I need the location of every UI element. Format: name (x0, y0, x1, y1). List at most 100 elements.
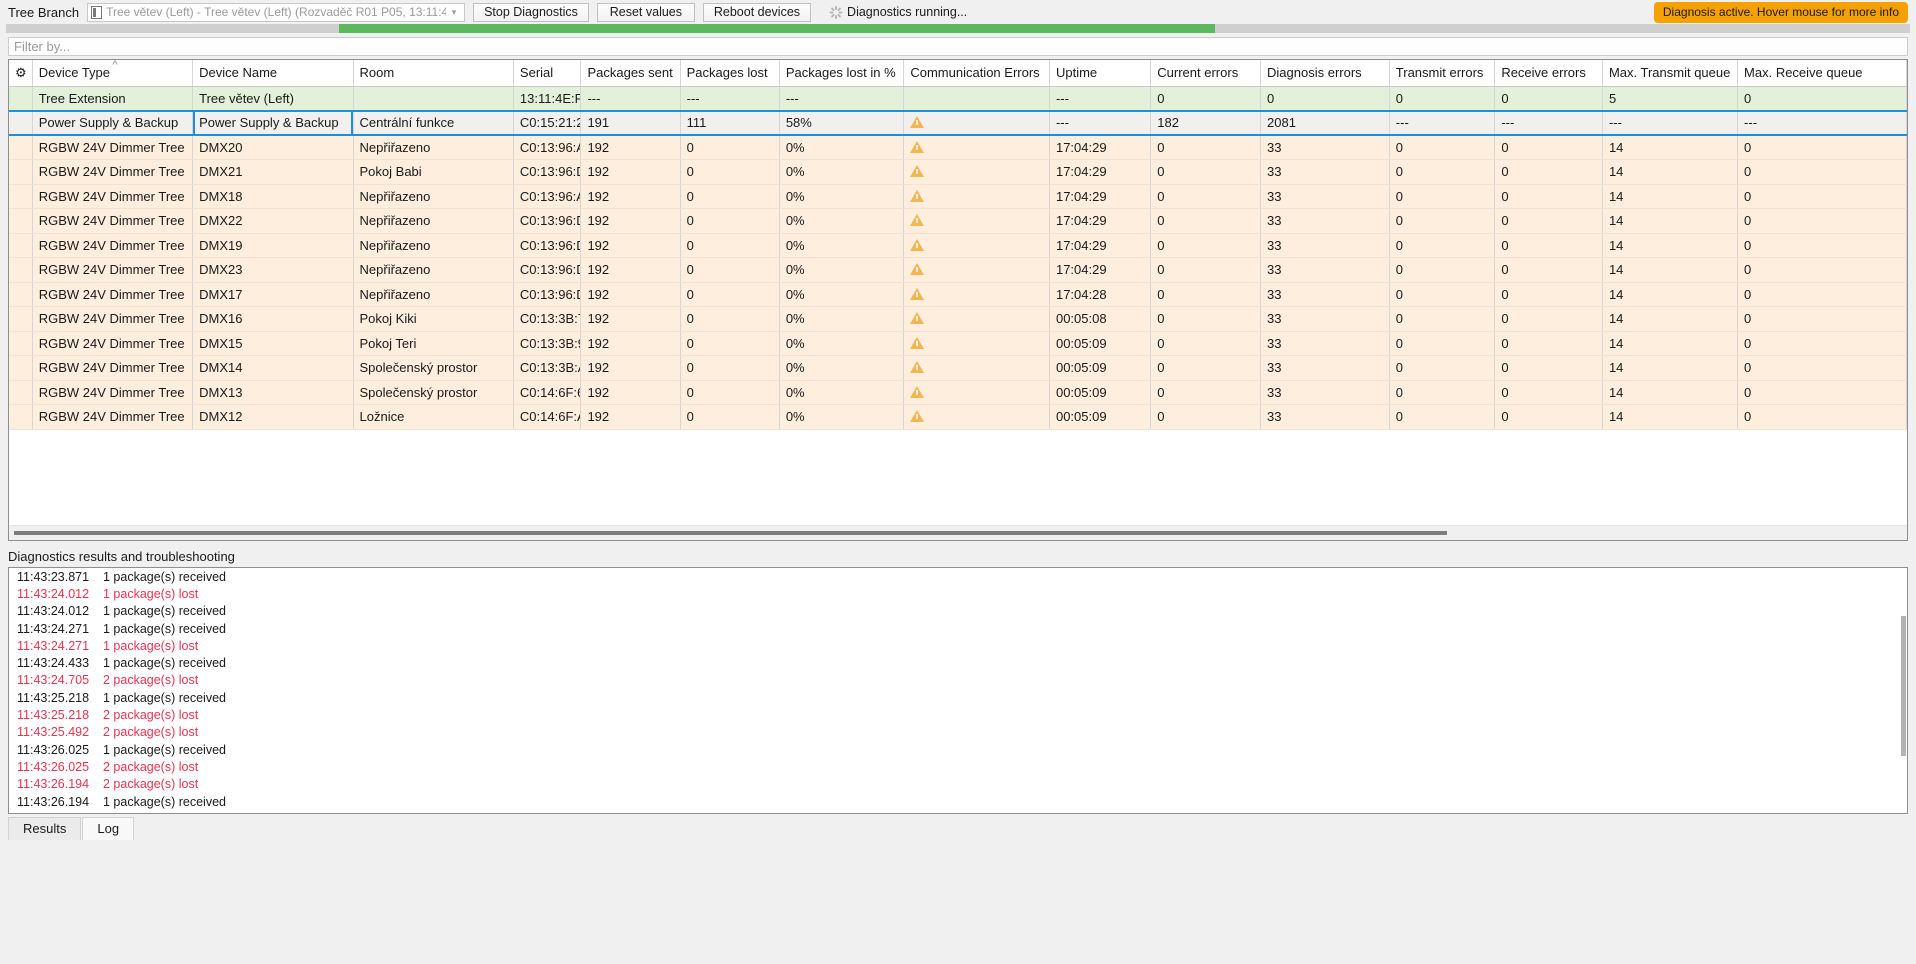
cell-packages-lost[interactable]: 0 (680, 184, 780, 209)
cell-current-errors[interactable]: 0 (1150, 404, 1262, 430)
cell-room[interactable] (353, 86, 514, 111)
cell-max-receive-queue[interactable]: 0 (1737, 282, 1907, 307)
cell-diagnosis-errors[interactable]: 2081 (1260, 109, 1390, 136)
cell-device-type[interactable]: RGBW 24V Dimmer Tree (32, 159, 194, 185)
column-header-max-receive-queue[interactable]: Max. Receive queue (1737, 60, 1907, 87)
cell-device-type[interactable]: RGBW 24V Dimmer Tree (32, 233, 194, 258)
cell-packages-sent[interactable]: 192 (580, 331, 681, 356)
cell-transmit-errors[interactable]: --- (1389, 109, 1496, 136)
cell-transmit-errors[interactable]: 0 (1389, 233, 1496, 258)
cell-receive-errors[interactable]: 0 (1494, 257, 1603, 283)
cell-current-errors[interactable]: 0 (1150, 159, 1262, 185)
cell-device-type[interactable]: RGBW 24V Dimmer Tree (32, 380, 194, 405)
cell-current-errors[interactable]: 0 (1150, 184, 1262, 209)
cell-receive-errors[interactable]: 0 (1494, 355, 1603, 381)
table-row[interactable]: RGBW 24V Dimmer Tree DMX23 Nepřiřazeno C0:1… (9, 257, 1907, 283)
cell-diagnosis-errors[interactable]: 33 (1260, 355, 1390, 381)
cell-room[interactable]: Společenský prostor (353, 380, 514, 405)
column-header-room[interactable]: Room (353, 60, 514, 87)
cell-packages-lost-pct[interactable]: 0% (779, 380, 905, 405)
table-row[interactable]: RGBW 24V Dimmer Tree DMX14 Společenský pro… (9, 355, 1907, 381)
cell-packages-lost[interactable]: 111 (680, 109, 780, 136)
cell-diagnosis-errors[interactable]: 33 (1260, 233, 1390, 258)
cell-serial[interactable]: 13:11:4E:F0 (513, 86, 582, 111)
cell-diagnosis-errors[interactable]: 33 (1260, 404, 1390, 430)
cell-uptime[interactable]: --- (1049, 86, 1152, 111)
cell-transmit-errors[interactable]: 0 (1389, 208, 1496, 234)
cell-device-name[interactable]: DMX17 (192, 282, 354, 307)
cell-max-transmit-queue[interactable]: 14 (1602, 135, 1739, 160)
cell-device-name[interactable]: DMX19 (192, 233, 354, 258)
cell-uptime[interactable]: 00:05:09 (1049, 331, 1152, 356)
table-row[interactable]: RGBW 24V Dimmer Tree DMX21 Pokoj Babi C0:13… (9, 159, 1907, 185)
cell-receive-errors[interactable]: 0 (1494, 208, 1603, 234)
cell-current-errors[interactable]: 0 (1150, 355, 1262, 381)
cell-packages-lost-pct[interactable]: 0% (779, 331, 905, 356)
cell-uptime[interactable]: 17:04:29 (1049, 257, 1152, 283)
cell-max-receive-queue[interactable]: 0 (1737, 355, 1907, 381)
cell-max-receive-queue[interactable]: 0 (1737, 184, 1907, 209)
cell-packages-sent[interactable]: 192 (580, 282, 681, 307)
cell-current-errors[interactable]: 0 (1150, 380, 1262, 405)
cell-packages-lost-pct[interactable]: 0% (779, 257, 905, 283)
cell-packages-lost-pct[interactable]: 0% (779, 282, 905, 307)
column-header-device-name[interactable]: Device Name (192, 60, 354, 87)
cell-packages-sent[interactable]: 192 (580, 355, 681, 381)
cell-max-receive-queue[interactable]: 0 (1737, 233, 1907, 258)
cell-room[interactable]: Nepřiřazeno (353, 233, 514, 258)
table-row[interactable]: RGBW 24V Dimmer Tree DMX13 Společenský pro… (9, 380, 1907, 405)
cell-transmit-errors[interactable]: 0 (1389, 331, 1496, 356)
cell-serial[interactable]: C0:15:21:29 (513, 109, 582, 136)
diagnosis-active-badge[interactable]: Diagnosis active. Hover mouse for more i… (1653, 2, 1908, 23)
cell-communication-errors[interactable] (903, 233, 1050, 258)
cell-packages-lost[interactable]: 0 (680, 282, 780, 307)
column-header-packages-lost-pct[interactable]: Packages lost in % (779, 60, 905, 87)
cell-transmit-errors[interactable]: 0 (1389, 257, 1496, 283)
cell-packages-lost-pct[interactable]: 0% (779, 184, 905, 209)
cell-receive-errors[interactable]: 0 (1494, 233, 1603, 258)
cell-diagnosis-errors[interactable]: 33 (1260, 282, 1390, 307)
stop-diagnostics-button[interactable]: Stop Diagnostics (473, 2, 589, 22)
cell-room[interactable]: Pokoj Babi (353, 159, 514, 185)
cell-packages-lost-pct[interactable]: 0% (779, 159, 905, 185)
cell-diagnosis-errors[interactable]: 33 (1260, 257, 1390, 283)
cell-room[interactable]: Nepřiřazeno (353, 184, 514, 209)
table-row[interactable]: RGBW 24V Dimmer Tree DMX19 Nepřiřazeno C0:1… (9, 233, 1907, 258)
cell-device-type[interactable]: RGBW 24V Dimmer Tree (32, 184, 194, 209)
cell-serial[interactable]: C0:14:6F:A9 (513, 404, 582, 430)
cell-packages-sent[interactable]: 192 (580, 233, 681, 258)
cell-communication-errors[interactable] (903, 86, 1050, 111)
cell-device-type[interactable]: RGBW 24V Dimmer Tree (32, 331, 194, 356)
cell-max-transmit-queue[interactable]: 14 (1602, 159, 1739, 185)
gear-icon[interactable]: ⚙ (15, 66, 27, 79)
cell-max-transmit-queue[interactable]: 14 (1602, 331, 1739, 356)
cell-packages-sent[interactable]: --- (580, 86, 681, 111)
cell-diagnosis-errors[interactable]: 33 (1260, 306, 1390, 332)
cell-room[interactable]: Ložnice (353, 404, 514, 430)
chevron-down-icon[interactable]: ▾ (446, 7, 462, 18)
cell-device-name[interactable]: DMX22 (192, 208, 354, 234)
cell-packages-lost-pct[interactable]: 0% (779, 355, 905, 381)
cell-uptime[interactable]: --- (1049, 109, 1152, 136)
cell-packages-sent[interactable]: 191 (580, 109, 681, 136)
column-header-receive-errors[interactable]: Receive errors (1494, 60, 1603, 87)
column-header-packages-sent[interactable]: Packages sent (580, 60, 681, 87)
cell-uptime[interactable]: 00:05:09 (1049, 404, 1152, 430)
cell-serial[interactable]: C0:13:3B:7F (513, 306, 582, 332)
log-vertical-scroll-thumb[interactable] (1901, 616, 1906, 756)
cell-receive-errors[interactable]: 0 (1494, 404, 1603, 430)
cell-uptime[interactable]: 00:05:09 (1049, 380, 1152, 405)
cell-transmit-errors[interactable]: 0 (1389, 380, 1496, 405)
cell-receive-errors[interactable]: 0 (1494, 331, 1603, 356)
cell-transmit-errors[interactable]: 0 (1389, 184, 1496, 209)
cell-packages-lost[interactable]: 0 (680, 257, 780, 283)
cell-serial[interactable]: C0:13:3B:A7 (513, 355, 582, 381)
cell-room[interactable]: Nepřiřazeno (353, 257, 514, 283)
cell-current-errors[interactable]: 0 (1150, 233, 1262, 258)
filter-input[interactable] (8, 37, 1908, 56)
cell-packages-lost-pct[interactable]: 0% (779, 404, 905, 430)
table-row[interactable]: RGBW 24V Dimmer Tree DMX22 Nepřiřazeno C0:1… (9, 208, 1907, 234)
cell-device-type[interactable]: RGBW 24V Dimmer Tree (32, 208, 194, 234)
column-header-current-errors[interactable]: Current errors (1150, 60, 1262, 87)
cell-transmit-errors[interactable]: 0 (1389, 282, 1496, 307)
